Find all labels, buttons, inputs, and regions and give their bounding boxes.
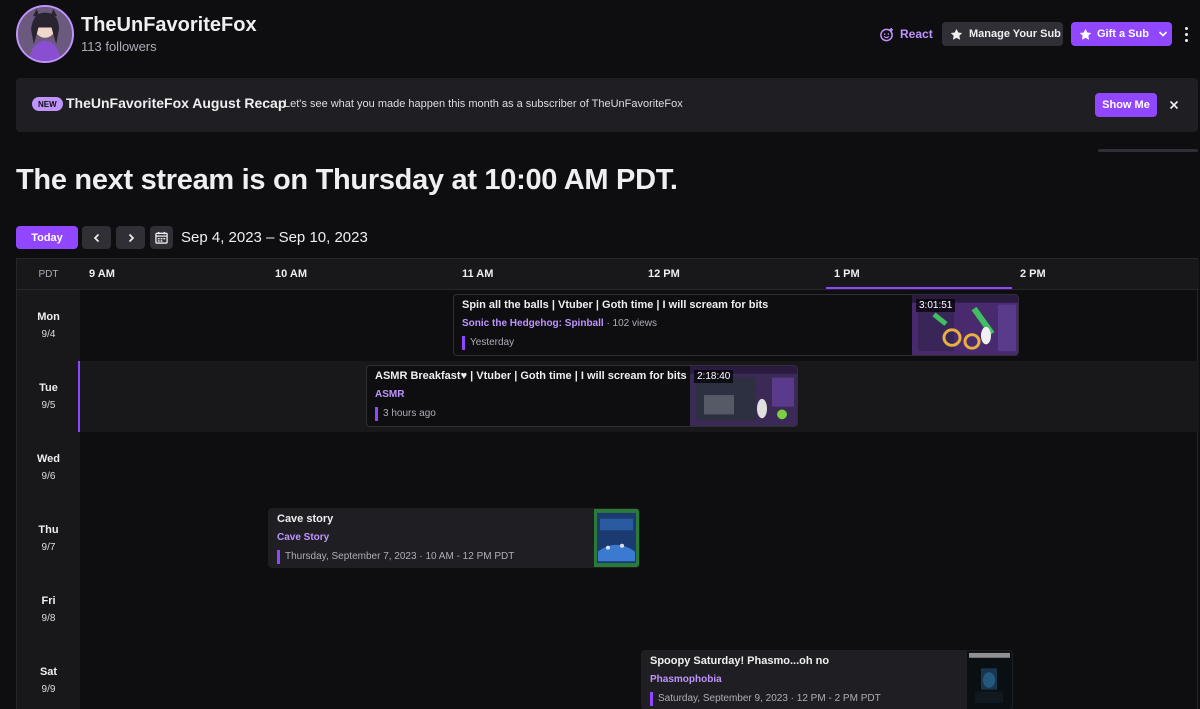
avatar-image — [18, 7, 72, 61]
event-game-link[interactable]: Sonic the Hedgehog: Spinball — [462, 318, 604, 329]
day-name: Tue — [39, 382, 58, 394]
channel-name[interactable]: TheUnFavoriteFox — [81, 14, 257, 37]
schedule-event-card[interactable]: Spoopy Saturday! Phasmo...oh no Phasmoph… — [641, 650, 1013, 709]
hour-label: 12 PM — [648, 268, 680, 280]
hour-label: 9 AM — [89, 268, 115, 280]
day-date: 9/4 — [41, 329, 56, 340]
hour-label: 2 PM — [1020, 268, 1046, 280]
event-game: Phasmophobia — [650, 674, 722, 685]
day-label: Thu 9/7 — [17, 503, 80, 574]
event-meta: Yesterday — [462, 336, 514, 350]
show-me-button[interactable]: Show Me — [1095, 93, 1157, 117]
new-badge: NEW — [32, 97, 63, 111]
smile-plus-icon — [880, 27, 894, 41]
vod-thumbnail[interactable]: 3:01:51 — [912, 295, 1018, 355]
timezone-label: PDT — [38, 269, 59, 280]
channel-header: TheUnFavoriteFox 113 followers React Man… — [0, 0, 1200, 70]
calendar-button[interactable] — [150, 226, 173, 249]
chevron-right-icon — [128, 233, 134, 242]
day-date: 9/7 — [41, 542, 56, 553]
next-stream-heading: The next stream is on Thursday at 10:00 … — [16, 164, 678, 196]
next-week-button[interactable] — [116, 226, 145, 249]
today-button[interactable]: Today — [16, 226, 78, 249]
day-date: 9/6 — [41, 471, 56, 482]
day-name: Thu — [38, 524, 59, 536]
today-marker — [78, 361, 80, 432]
event-title[interactable]: Spoopy Saturday! Phasmo...oh no — [650, 655, 829, 667]
event-meta: Saturday, September 9, 2023 · 12 PM - 2 … — [650, 692, 881, 706]
day-label: Mon 9/4 — [17, 290, 80, 361]
previous-week-button[interactable] — [82, 226, 111, 249]
date-range: Sep 4, 2023 – Sep 10, 2023 — [181, 229, 368, 246]
game-box-art[interactable] — [967, 651, 1012, 709]
gift-sub-button[interactable]: Gift a Sub — [1071, 22, 1172, 46]
event-game-link[interactable]: Cave Story — [277, 532, 329, 543]
event-game-link[interactable]: Phasmophobia — [650, 674, 722, 685]
close-icon[interactable] — [1165, 93, 1183, 117]
day-column: Mon 9/4 Tue 9/5 Wed 9/6 Thu 9/7 Fri 9/8 … — [17, 290, 80, 709]
hour-label: 10 AM — [275, 268, 307, 280]
day-name: Wed — [36, 453, 61, 465]
day-label: Fri 9/8 — [17, 574, 80, 645]
star-icon — [950, 28, 963, 40]
current-time-indicator — [826, 287, 1012, 289]
chevron-down-icon — [1158, 31, 1168, 37]
event-game: ASMR — [375, 389, 404, 400]
recap-banner: NEW TheUnFavoriteFox August Recap Let's … — [16, 78, 1198, 132]
schedule-grid: PDT 9 AM 10 AM 11 AM 12 PM 1 PM 2 PM Mon… — [16, 258, 1199, 709]
day-label: Tue 9/5 — [17, 361, 80, 432]
event-title[interactable]: Spin all the balls | Vtuber | Goth time … — [462, 299, 768, 311]
vod-duration: 2:18:40 — [694, 370, 734, 383]
event-title[interactable]: Cave story — [277, 513, 333, 525]
gift-sub-label: Gift a Sub — [1097, 28, 1149, 40]
banner-title: TheUnFavoriteFox August Recap — [66, 95, 287, 111]
more-options-icon[interactable] — [1178, 22, 1194, 46]
event-meta: Thursday, September 7, 2023 · 10 AM - 12… — [277, 550, 514, 564]
vod-thumbnail[interactable]: 2:18:40 — [690, 366, 797, 426]
chevron-left-icon — [93, 233, 99, 242]
event-game: Sonic the Hedgehog: Spinball · 102 views — [462, 318, 657, 329]
event-views: · 102 views — [606, 318, 658, 329]
day-date: 9/5 — [41, 400, 56, 411]
hour-label: 11 AM — [462, 268, 494, 280]
event-game-link[interactable]: ASMR — [375, 389, 404, 400]
event-meta: 3 hours ago — [375, 407, 436, 421]
react-button[interactable]: React — [873, 22, 939, 46]
star-icon — [1079, 28, 1092, 40]
day-date: 9/9 — [41, 684, 56, 695]
avatar[interactable] — [16, 5, 74, 63]
day-name: Mon — [37, 311, 60, 323]
calendar-icon — [155, 231, 168, 244]
event-title[interactable]: ASMR Breakfast♥ | Vtuber | Goth time | I… — [375, 370, 687, 382]
day-name: Sat — [39, 666, 58, 678]
schedule-event-card[interactable]: Cave story Cave Story Thursday, Septembe… — [268, 508, 640, 568]
schedule-event-card[interactable]: ASMR Breakfast♥ | Vtuber | Goth time | I… — [366, 365, 798, 427]
manage-sub-button[interactable]: Manage Your Sub — [942, 22, 1063, 46]
event-game: Cave Story — [277, 532, 329, 543]
day-date: 9/8 — [41, 613, 56, 624]
follower-count: 113 followers — [81, 39, 157, 54]
time-header: PDT 9 AM 10 AM 11 AM 12 PM 1 PM 2 PM — [17, 259, 1199, 290]
scroll-indicator — [1098, 149, 1198, 152]
banner-text: Let's see what you made happen this mont… — [284, 98, 683, 110]
manage-sub-label: Manage Your Sub — [969, 28, 1061, 40]
hour-label: 1 PM — [834, 268, 860, 280]
react-label: React — [900, 27, 933, 41]
day-label: Sat 9/9 — [17, 645, 80, 709]
day-name: Fri — [41, 595, 56, 607]
game-box-art[interactable] — [594, 509, 639, 567]
vod-duration: 3:01:51 — [916, 299, 956, 312]
day-label: Wed 9/6 — [17, 432, 80, 503]
schedule-event-card[interactable]: Spin all the balls | Vtuber | Goth time … — [453, 294, 1019, 356]
